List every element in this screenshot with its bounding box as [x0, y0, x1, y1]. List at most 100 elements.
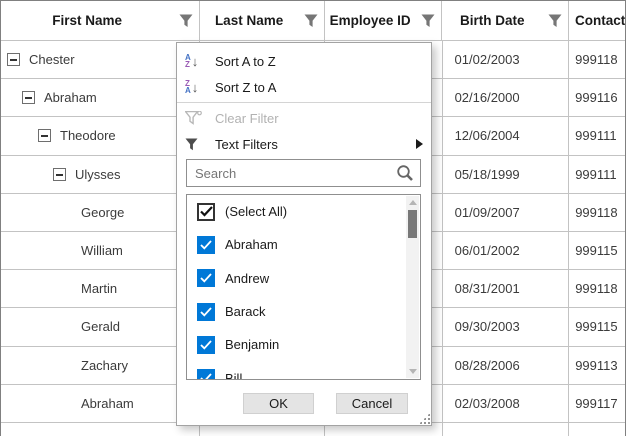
column-header-contact[interactable]: Contact — [569, 1, 625, 40]
sort-a-to-z-label: Sort A to Z — [215, 54, 276, 69]
column-label: Last Name — [200, 13, 298, 28]
first-name-value: Zachary — [81, 358, 128, 373]
filter-item-label: Abraham — [225, 237, 278, 252]
filter-item-label: (Select All) — [225, 204, 287, 219]
filter-list-item-select-all[interactable]: (Select All) — [187, 195, 420, 228]
tree-cell: Gerald — [1, 308, 201, 345]
checkbox-checked-icon[interactable] — [197, 236, 215, 254]
clear-filter-item[interactable]: Clear Filter — [177, 105, 431, 131]
first-name-value: George — [81, 205, 124, 220]
column-header-employee-id[interactable]: Employee ID — [325, 1, 443, 40]
clear-filter-label: Clear Filter — [215, 111, 279, 126]
birth-date-value: 08/31/2001 — [443, 270, 570, 307]
tree-cell: Martin — [1, 270, 201, 307]
tree-cell: Abraham — [1, 385, 201, 422]
birth-date-value: 01/09/2007 — [443, 194, 570, 231]
submenu-right-arrow-icon — [416, 139, 423, 149]
column-label: First Name — [1, 13, 173, 28]
text-filters-item[interactable]: Text Filters — [177, 131, 431, 157]
sort-az-icon: AZ ↓ — [185, 54, 215, 68]
birth-date-value: 12/06/2004 — [443, 117, 570, 154]
popup-footer: OK Cancel — [177, 393, 431, 414]
tree-cell: Theodore — [1, 117, 200, 154]
sort-z-to-a-item[interactable]: ZA ↓ Sort Z to A — [177, 74, 431, 100]
tree-cell: Ulysses — [1, 156, 200, 193]
birth-date-value: 09/30/2003 — [443, 308, 570, 345]
column-header-last-name[interactable]: Last Name — [200, 1, 325, 40]
first-name-value: Martin — [81, 281, 117, 296]
filter-list-item[interactable]: Bill — [187, 361, 420, 380]
checkbox-checked-icon[interactable] — [197, 203, 215, 221]
scrollbar-thumb[interactable] — [408, 210, 417, 238]
filter-item-label: Barack — [225, 304, 265, 319]
filter-list-item[interactable]: Benjamin — [187, 328, 420, 361]
resize-grip[interactable] — [419, 413, 430, 424]
collapse-minus-icon[interactable] — [22, 91, 35, 104]
text-filters-funnel-icon — [185, 138, 215, 151]
ok-button[interactable]: OK — [243, 393, 314, 414]
tree-cell: William — [1, 232, 201, 269]
scroll-up-icon[interactable] — [409, 200, 417, 205]
search-input[interactable] — [187, 166, 390, 181]
filter-item-label: Bill — [225, 371, 242, 380]
collapse-minus-icon[interactable] — [53, 168, 66, 181]
cancel-button[interactable]: Cancel — [336, 393, 408, 414]
first-name-value: Abraham — [44, 90, 97, 105]
list-scrollbar[interactable] — [406, 196, 419, 378]
filter-funnel-icon[interactable] — [298, 14, 324, 28]
checkbox-checked-icon[interactable] — [197, 269, 215, 287]
contact-value: 999115 — [569, 232, 625, 269]
filter-item-label: Andrew — [225, 271, 269, 286]
scroll-down-icon[interactable] — [409, 369, 417, 374]
contact-value: 999111 — [569, 156, 625, 193]
contact-value: 999117 — [569, 385, 625, 422]
clear-filter-icon — [185, 111, 215, 125]
grid-header: First Name Last Name Employee ID Birth D… — [1, 1, 625, 41]
search-box — [186, 159, 421, 187]
collapse-minus-icon[interactable] — [38, 129, 51, 142]
filter-funnel-icon[interactable] — [542, 14, 568, 28]
filter-item-label: Benjamin — [225, 337, 279, 352]
first-name-value: Chester — [29, 52, 75, 67]
sort-z-to-a-label: Sort Z to A — [215, 80, 276, 95]
search-icon[interactable] — [390, 164, 420, 182]
column-header-first-name[interactable]: First Name — [1, 1, 200, 40]
birth-date-value: 05/18/1999 — [443, 156, 570, 193]
contact-value: 999111 — [569, 117, 625, 154]
contact-value: 999116 — [569, 79, 625, 116]
birth-date-value: 02/03/2008 — [443, 385, 570, 422]
first-name-value: Theodore — [60, 128, 116, 143]
birth-date-value: 01/02/2003 — [443, 41, 570, 78]
tree-cell: George — [1, 194, 201, 231]
column-header-birth-date[interactable]: Birth Date — [442, 1, 569, 40]
tree-cell: Chester — [1, 41, 200, 78]
filter-value-list: (Select All) Abraham Andrew Barack Benja… — [186, 194, 421, 380]
contact-value: 999118 — [569, 41, 625, 78]
filter-list-item[interactable]: Barack — [187, 295, 420, 328]
contact-value: 999115 — [569, 308, 625, 345]
contact-value: 999113 — [569, 347, 625, 384]
contact-value: 999118 — [569, 194, 625, 231]
collapse-minus-icon[interactable] — [7, 53, 20, 66]
first-name-value: Abraham — [81, 396, 134, 411]
birth-date-value: 02/16/2000 — [443, 79, 570, 116]
sort-za-icon: ZA ↓ — [185, 80, 215, 94]
filter-list-item[interactable]: Andrew — [187, 262, 420, 295]
checkbox-checked-icon[interactable] — [197, 336, 215, 354]
checkbox-checked-icon[interactable] — [197, 369, 215, 380]
filter-menu: AZ ↓ Sort A to Z ZA ↓ Sort Z to A Clear … — [177, 43, 431, 157]
tree-cell: Zachary — [1, 347, 201, 384]
tree-cell: Abraham — [1, 79, 200, 116]
filter-funnel-icon[interactable] — [415, 14, 441, 28]
checkbox-checked-icon[interactable] — [197, 303, 215, 321]
first-name-value: William — [81, 243, 123, 258]
column-label: Employee ID — [325, 13, 416, 28]
contact-value: 999118 — [569, 270, 625, 307]
text-filters-label: Text Filters — [215, 137, 278, 152]
column-label: Birth Date — [442, 13, 542, 28]
filter-funnel-icon[interactable] — [173, 14, 199, 28]
column-label: Contact — [569, 13, 625, 28]
filter-list-item[interactable]: Abraham — [187, 228, 420, 261]
sort-a-to-z-item[interactable]: AZ ↓ Sort A to Z — [177, 48, 431, 74]
birth-date-value: 08/28/2006 — [443, 347, 570, 384]
